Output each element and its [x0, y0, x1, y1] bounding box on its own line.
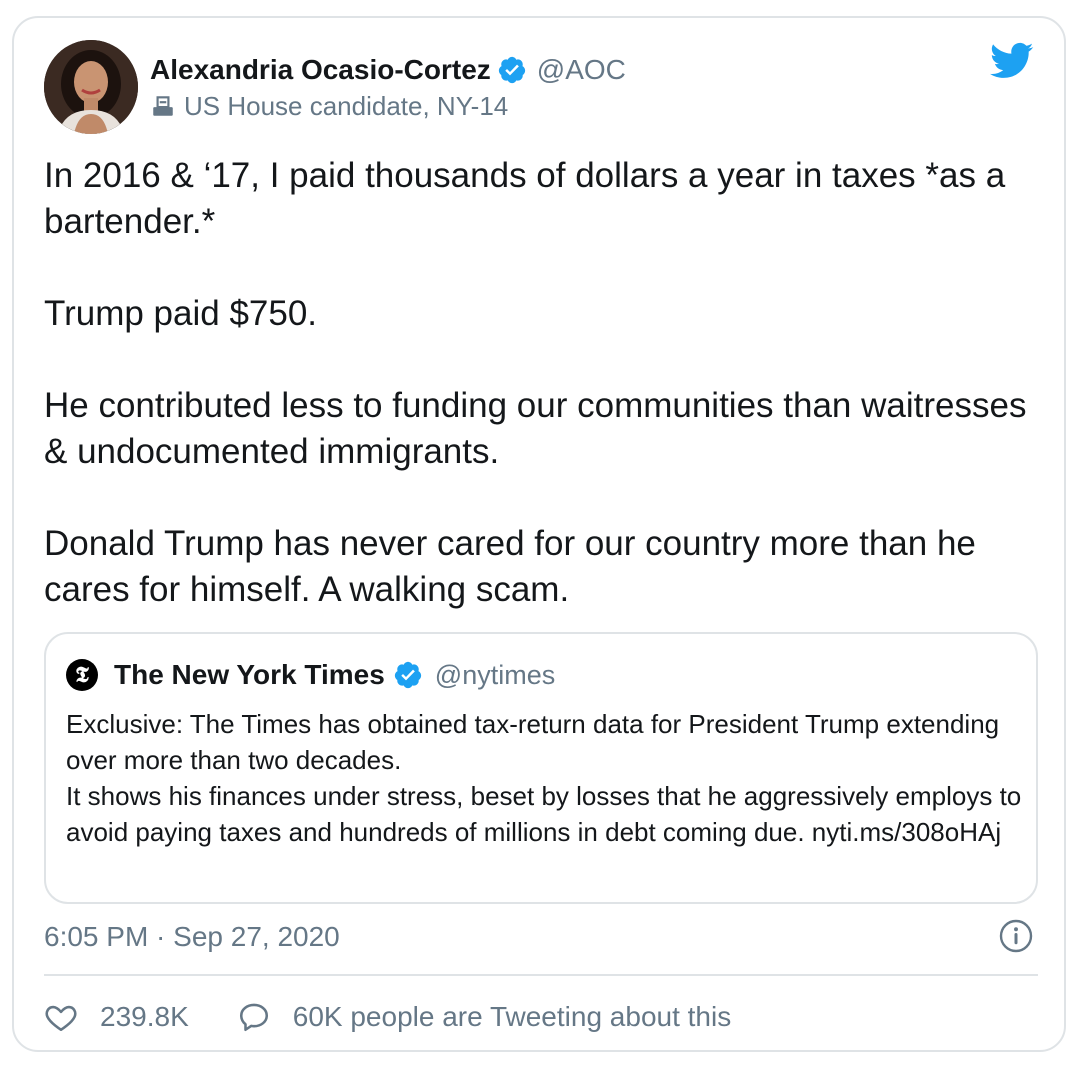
avatar-image: [44, 40, 138, 134]
tweet-paragraph: Donald Trump has never cared for our cou…: [44, 524, 976, 609]
tweet-text: In 2016 & ‘17, I paid thousands of dolla…: [44, 153, 1044, 613]
quoted-tweet-text: Exclusive: The Times has obtained tax-re…: [66, 706, 1026, 850]
quoted-tweet[interactable]: 𝕿 The New York Times @nytimes Exclusive:…: [44, 632, 1038, 904]
speech-bubble-icon: [239, 1003, 268, 1032]
avatar[interactable]: [44, 40, 138, 134]
like-count: 239.8K: [100, 1001, 189, 1032]
quoted-author-handle[interactable]: @nytimes: [435, 660, 555, 691]
quoted-author-row[interactable]: 𝕿 The New York Times @nytimes: [66, 656, 555, 694]
verified-badge-icon: [498, 56, 525, 84]
verified-badge-icon: [394, 661, 421, 689]
timestamp-row[interactable]: 6:05 PM · Sep 27, 2020: [44, 918, 340, 956]
like-button[interactable]: 239.8K: [44, 1000, 189, 1034]
author-handle[interactable]: @AOC: [537, 54, 626, 86]
tweet-paragraph: He contributed less to funding our commu…: [44, 386, 1027, 471]
quoted-text-line: Exclusive: The Times has obtained tax-re…: [66, 709, 1000, 775]
conversation-link[interactable]: 60K people are Tweeting about this: [237, 1000, 731, 1034]
heart-icon: [45, 1005, 77, 1032]
author-label: US House candidate, NY-14: [184, 90, 509, 121]
twitter-bird-icon[interactable]: [990, 42, 1034, 80]
author-name[interactable]: Alexandria Ocasio-Cortez: [150, 54, 491, 86]
ballot-box-icon: [153, 96, 173, 116]
author-row[interactable]: Alexandria Ocasio-Cortez @AOC: [150, 52, 626, 88]
quoted-text-line: It shows his finances under stress, bese…: [66, 781, 1022, 847]
divider: [44, 974, 1038, 976]
tweet-card[interactable]: Alexandria Ocasio-Cortez @AOC US House c…: [12, 16, 1066, 1052]
quoted-author-name[interactable]: The New York Times: [114, 659, 385, 691]
tweet-paragraph: In 2016 & ‘17, I paid thousands of dolla…: [44, 156, 1006, 241]
tweet-paragraph: Trump paid $750.: [44, 294, 318, 333]
author-label-row: US House candidate, NY-14: [150, 90, 508, 122]
info-icon[interactable]: [998, 918, 1034, 954]
engagement-bar: 239.8K 60K people are Tweeting about thi…: [44, 996, 779, 1038]
conversation-count[interactable]: 60K people are Tweeting about this: [293, 1001, 731, 1033]
timestamp[interactable]: 6:05 PM · Sep 27, 2020: [44, 921, 340, 953]
nyt-logo-icon: 𝕿: [66, 659, 98, 691]
